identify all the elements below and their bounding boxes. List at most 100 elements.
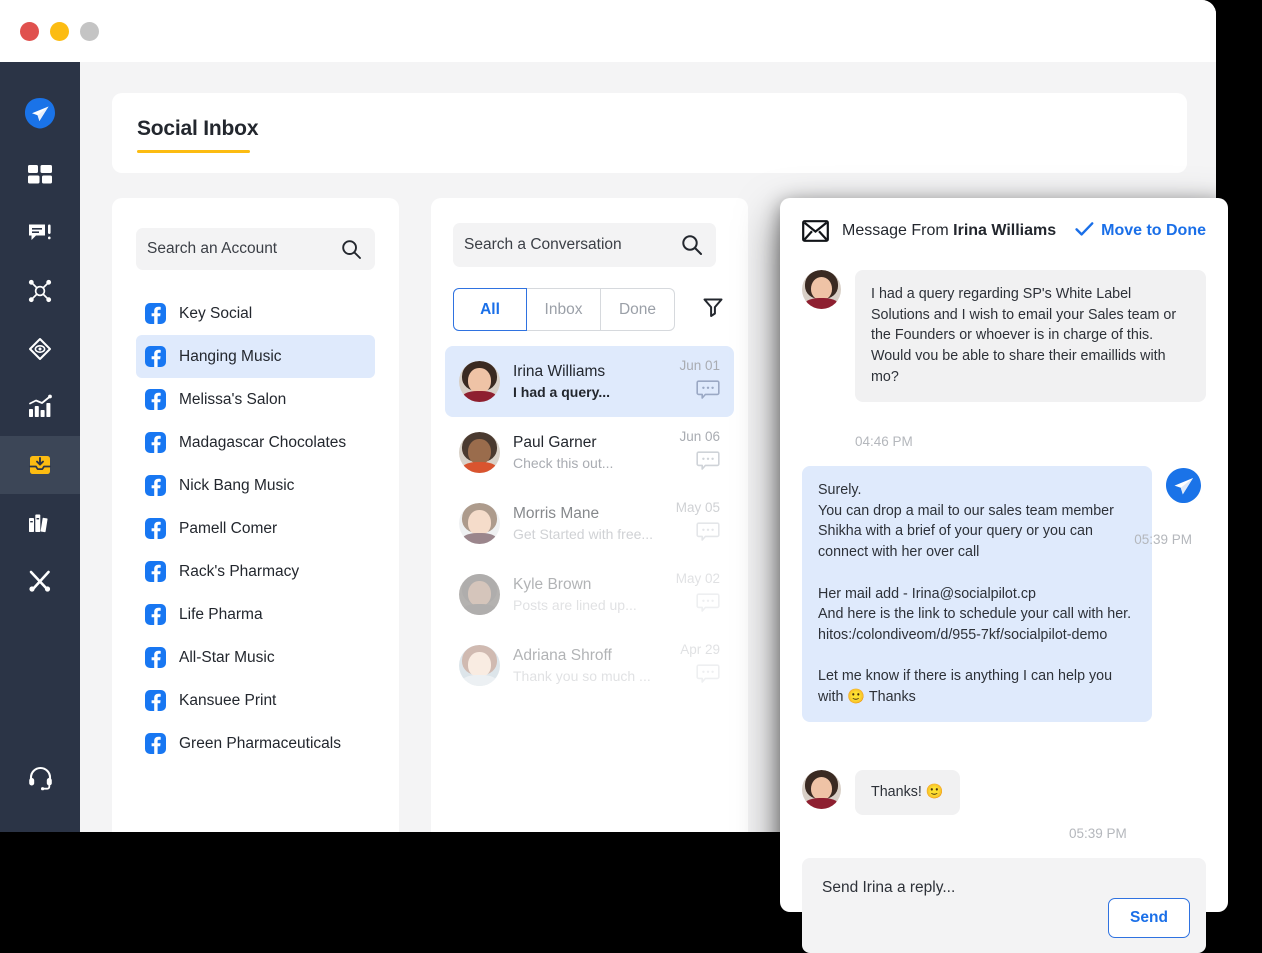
sidebar-item-network[interactable] <box>0 262 80 320</box>
account-name: Nick Bang Music <box>179 476 295 494</box>
message-bubble-text: I had a query regarding SP's White Label… <box>855 270 1206 402</box>
sidebar-item-posts[interactable] <box>0 204 80 262</box>
account-list-item[interactable]: Life Pharma <box>136 593 375 636</box>
conversation-list-item[interactable]: Morris Mane Get Started with free... May 0… <box>445 488 734 559</box>
account-list-item[interactable]: Pamell Comer <box>136 507 375 550</box>
support-headset-icon <box>27 764 54 791</box>
conversation-preview: Posts are lined up... <box>513 597 637 613</box>
check-icon <box>1075 221 1094 242</box>
window-minimize-button[interactable] <box>50 21 69 41</box>
window-maximize-button[interactable] <box>80 21 99 41</box>
account-list-item[interactable]: Madagascar Chocolates <box>136 421 375 464</box>
content-library-books-icon <box>27 510 53 536</box>
sidebar-item-social-inbox[interactable] <box>0 436 80 494</box>
paper-plane-icon <box>1164 466 1203 505</box>
eye-discovery-icon <box>27 336 53 362</box>
search-icon[interactable] <box>681 234 716 256</box>
conversation-name: Adriana Shroff <box>513 647 612 664</box>
sidebar-rail <box>0 62 80 832</box>
page-title-underline <box>137 150 250 153</box>
reply-composer[interactable]: Send Irina a reply... Send <box>802 858 1206 953</box>
facebook-icon <box>145 432 166 453</box>
conversation-name: Kyle Brown <box>513 576 592 593</box>
comment-bubble-icon <box>696 379 720 406</box>
facebook-icon <box>145 518 166 539</box>
comment-bubble-icon <box>696 592 720 619</box>
sidebar-item-logo[interactable] <box>0 84 80 142</box>
sidebar-item-content-library[interactable] <box>0 494 80 552</box>
sidebar-item-analytics[interactable] <box>0 378 80 436</box>
avatar <box>802 770 841 809</box>
window-close-button[interactable] <box>20 21 39 41</box>
account-name: Pamell Comer <box>179 519 278 537</box>
facebook-icon <box>145 647 166 668</box>
message-incoming: I had a query regarding SP's White Label… <box>780 270 1228 402</box>
conversation-name: Morris Mane <box>513 505 600 522</box>
conversation-list-item[interactable]: Adriana Shroff Thank you so much ... Apr 2… <box>445 630 734 701</box>
tab-all[interactable]: All <box>453 288 527 331</box>
message-from-prefix: Message From <box>842 222 954 239</box>
conversation-preview: Check this out... <box>513 455 614 471</box>
sidebar-item-dashboard[interactable] <box>0 146 80 204</box>
account-search-input[interactable]: Search an Account <box>136 228 375 270</box>
account-name: Life Pharma <box>179 605 263 623</box>
account-list-item[interactable]: Green Pharmaceuticals <box>136 722 375 765</box>
comment-bubble-icon <box>696 450 720 477</box>
social-inbox-tray-icon <box>27 452 53 478</box>
send-button[interactable]: Send <box>1108 898 1190 938</box>
message-timestamp: 04:46 PM <box>855 434 913 449</box>
page-title: Social Inbox <box>137 117 259 140</box>
message-from-label: Message From Irina Williams <box>842 222 1056 240</box>
account-name: Rack's Pharmacy <box>179 562 300 580</box>
account-name: Key Social <box>179 304 253 322</box>
avatar <box>459 503 500 544</box>
account-list-item[interactable]: Nick Bang Music <box>136 464 375 507</box>
conversation-list-item[interactable]: Kyle Brown Posts are lined up... May 02 <box>445 559 734 630</box>
avatar <box>802 270 841 309</box>
account-name: Madagascar Chocolates <box>179 433 347 451</box>
sidebar-item-tools[interactable] <box>0 552 80 610</box>
sidebar-item-discovery[interactable] <box>0 320 80 378</box>
conversation-preview: Get Started with free... <box>513 526 654 542</box>
network-share-icon <box>27 278 53 304</box>
facebook-icon <box>145 733 166 754</box>
account-name: All-Star Music <box>179 648 275 666</box>
facebook-icon <box>145 690 166 711</box>
conversation-list-item[interactable]: Paul Garner Check this out... Jun 06 <box>445 417 734 488</box>
message-thread: I had a query regarding SP's White Label… <box>780 264 1228 953</box>
facebook-icon <box>145 475 166 496</box>
message-outgoing: Surely. You can drop a mail to our sales… <box>780 466 1228 722</box>
facebook-icon <box>145 389 166 410</box>
account-list-item[interactable]: Melissa's Salon <box>136 378 375 421</box>
analytics-bar-chart-icon <box>27 394 53 420</box>
message-sender-name: Irina Williams <box>953 222 1057 239</box>
conversation-preview: Thank you so much ... <box>513 668 651 684</box>
move-to-done-label: Move to Done <box>1101 222 1206 239</box>
message-bubble-text: Thanks! 🙂 <box>855 770 960 815</box>
avatar <box>459 361 500 402</box>
facebook-icon <box>145 346 166 367</box>
account-list-item[interactable]: All-Star Music <box>136 636 375 679</box>
message-incoming: Thanks! 🙂 <box>780 770 1228 815</box>
dashboard-grid-icon <box>27 162 53 188</box>
filter-button[interactable] <box>691 288 734 331</box>
tab-inbox[interactable]: Inbox <box>527 288 601 331</box>
sidebar-item-support[interactable] <box>0 748 80 806</box>
search-icon[interactable] <box>341 239 375 260</box>
account-search-placeholder: Search an Account <box>147 240 278 257</box>
conversation-list-item[interactable]: Irina Williams I had a query... Jun 01 <box>445 346 734 417</box>
account-list-item[interactable]: Hanging Music <box>136 335 375 378</box>
move-to-done-button[interactable]: Move to Done <box>1075 221 1206 242</box>
account-list-item[interactable]: Kansuee Print <box>136 679 375 722</box>
conversation-name: Paul Garner <box>513 434 597 451</box>
account-list-item[interactable]: Key Social <box>136 292 375 335</box>
message-bubble-text: Surely. You can drop a mail to our sales… <box>802 466 1152 722</box>
conversation-date: Apr 29 <box>680 641 720 657</box>
conversation-date: May 02 <box>675 570 720 586</box>
tab-done[interactable]: Done <box>601 288 675 331</box>
conversation-search-input[interactable]: Search a Conversation <box>453 223 716 267</box>
account-name: Melissa's Salon <box>179 390 287 408</box>
facebook-icon <box>145 604 166 625</box>
account-list-item[interactable]: Rack's Pharmacy <box>136 550 375 593</box>
avatar <box>459 645 500 686</box>
